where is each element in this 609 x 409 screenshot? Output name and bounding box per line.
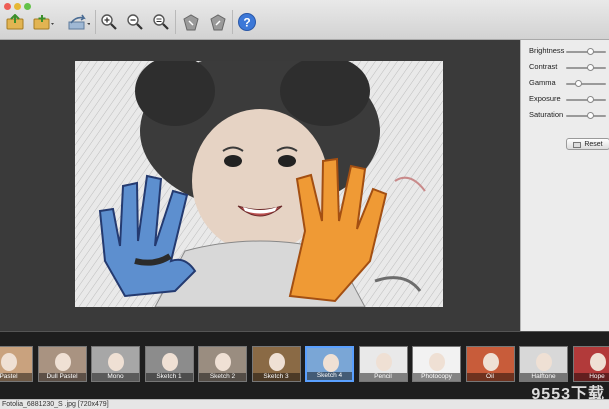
adjustment-label: Saturation	[529, 110, 564, 119]
adjustment-label: Exposure	[529, 94, 561, 103]
help-icon: ?	[238, 13, 256, 31]
filter-thumbnail[interactable]: Oil	[465, 346, 515, 382]
filter-thumbnail[interactable]: Mono	[91, 346, 140, 382]
zoom-in-button[interactable]	[98, 12, 120, 32]
help-button[interactable]: ?	[236, 12, 258, 32]
slider-knob[interactable]	[586, 96, 594, 103]
adjustment-label: Brightness	[529, 46, 565, 55]
thumbnail-image	[268, 353, 285, 371]
adjustment-slider[interactable]	[566, 64, 606, 71]
zoom-in-icon	[101, 14, 117, 30]
zoom-fit-button[interactable]	[150, 12, 172, 32]
import-folder-icon	[33, 15, 54, 30]
zoom-out-button[interactable]	[124, 12, 146, 32]
preview-image	[75, 61, 443, 307]
rotate-right-icon	[210, 14, 226, 31]
toolbar: ?	[0, 0, 609, 40]
filter-label: Sketch 3	[252, 373, 300, 381]
reset-label: Reset	[584, 140, 603, 148]
open-image-icon	[6, 14, 24, 30]
filter-label: Pastel	[0, 373, 32, 381]
filter-thumbnail[interactable]: Pencil	[358, 346, 408, 382]
filter-thumbnail[interactable]: Photocopy	[412, 346, 461, 382]
slider-knob[interactable]	[586, 48, 594, 55]
reset-icon	[573, 141, 582, 148]
adjustment-slider[interactable]	[566, 80, 606, 87]
filter-thumbnail[interactable]: Halftone	[519, 346, 568, 382]
thumbnail-image	[375, 353, 392, 371]
filter-thumbnail[interactable]: Sketch 2	[198, 346, 247, 382]
zoom-fit-icon	[153, 14, 169, 30]
zoom-window-button[interactable]	[24, 3, 31, 10]
minimize-window-button[interactable]	[14, 3, 21, 10]
thumbnail-image	[1, 353, 17, 371]
toolbar-separator	[95, 10, 96, 34]
zoom-out-icon	[127, 14, 143, 30]
thumbnail-image	[589, 353, 606, 371]
thumbnail-image	[323, 354, 339, 372]
filter-label: Mono	[92, 373, 139, 381]
share-button[interactable]	[68, 12, 90, 32]
thumbnail-image	[54, 353, 71, 371]
thumbnail-image	[482, 353, 499, 371]
reset-button[interactable]: Reset	[566, 138, 609, 150]
filter-strip: Pastel Dull Pastel Mono Sketch 1 Sketch 2 Ske…	[0, 331, 609, 399]
thumbnail-image	[108, 353, 124, 371]
rotate-right-button[interactable]	[207, 12, 229, 32]
slider-knob[interactable]	[574, 80, 582, 87]
close-window-button[interactable]	[4, 3, 11, 10]
filter-thumbnail[interactable]: Sketch 3	[251, 346, 301, 382]
filter-label: Sketch 1	[145, 373, 193, 381]
filter-label: Photocopy	[413, 373, 460, 381]
filter-label: Pencil	[359, 373, 407, 381]
adjustments-panel: Brightness Contrast Gamma Exposure Saturatio…	[520, 40, 609, 331]
filter-label: Dull Pastel	[38, 373, 86, 381]
image-canvas[interactable]	[0, 40, 520, 331]
filter-label: Oil	[466, 373, 514, 381]
status-text: Fotolia_6881230_S .jpg [720x479]	[2, 401, 109, 408]
import-folder-button[interactable]	[33, 12, 55, 32]
open-image-button[interactable]	[4, 12, 26, 32]
share-icon	[68, 14, 90, 30]
rotate-left-button[interactable]	[180, 12, 202, 32]
thumbnail-image	[429, 353, 445, 371]
filter-thumbnail[interactable]: Sketch 4	[305, 346, 354, 382]
toolbar-separator	[232, 10, 233, 34]
rotate-left-icon	[183, 14, 199, 31]
filter-thumbnail[interactable]: Sketch 1	[144, 346, 194, 382]
thumbnail-image	[536, 353, 552, 371]
sketch-photo	[75, 61, 443, 307]
slider-knob[interactable]	[586, 64, 594, 71]
adjustment-slider[interactable]	[566, 48, 606, 55]
filter-label: Sketch 2	[199, 373, 246, 381]
adjustment-slider[interactable]	[566, 112, 606, 119]
filter-label: Sketch 4	[307, 372, 352, 380]
filter-thumbnail[interactable]: Pastel	[0, 346, 33, 382]
slider-knob[interactable]	[586, 112, 594, 119]
toolbar-separator	[175, 10, 176, 34]
filter-thumbnail[interactable]: Dull Pastel	[37, 346, 87, 382]
thumbnail-image	[215, 353, 231, 371]
svg-text:?: ?	[243, 16, 250, 30]
adjustment-label: Gamma	[529, 78, 556, 87]
adjustment-slider[interactable]	[566, 96, 606, 103]
status-bar: Fotolia_6881230_S .jpg [720x479]	[0, 399, 609, 409]
filter-thumbnail[interactable]: Hope	[572, 346, 609, 382]
thumbnail-image	[161, 353, 178, 371]
adjustment-label: Contrast	[529, 62, 558, 71]
